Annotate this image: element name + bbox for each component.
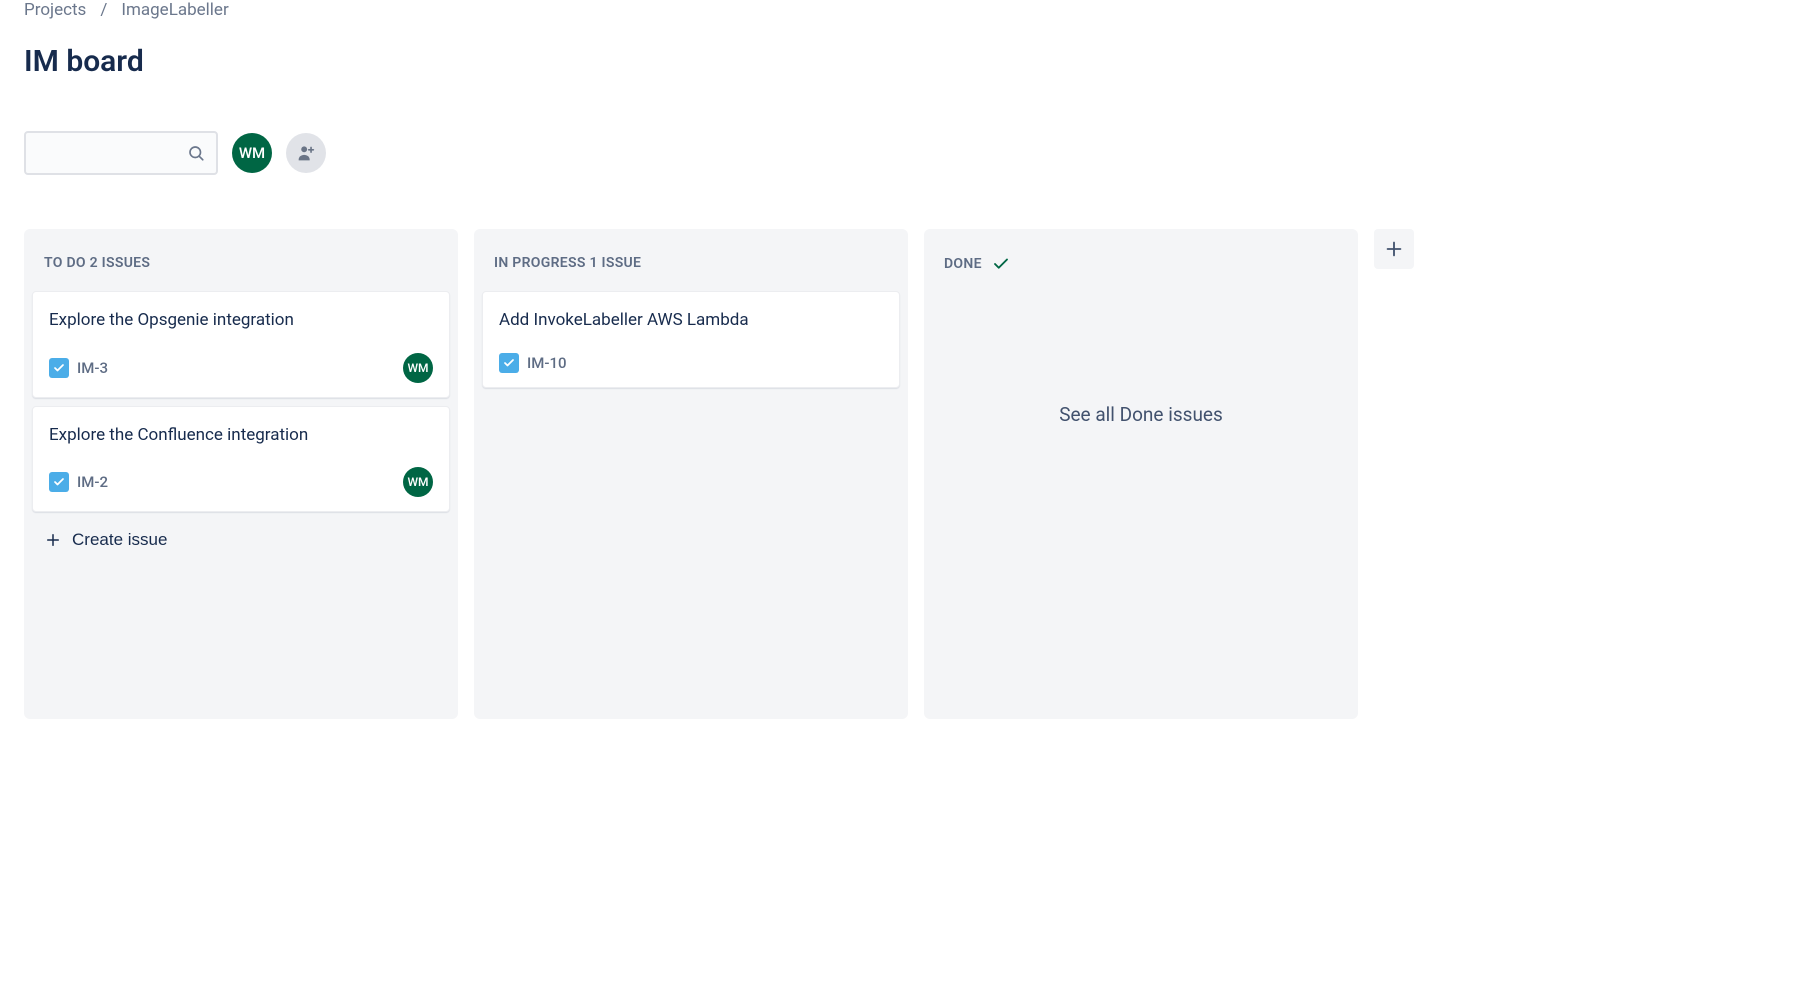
column-cards: Add InvokeLabeller AWS Lambda IM-10 xyxy=(482,291,900,388)
add-people-button[interactable] xyxy=(286,133,326,173)
column-title: DONE xyxy=(944,256,982,272)
card-footer: IM-2 WM xyxy=(49,467,433,497)
column-header-todo[interactable]: TO DO 2 ISSUES xyxy=(32,237,450,291)
column-title: TO DO 2 ISSUES xyxy=(44,255,150,271)
toolbar: WM xyxy=(24,131,1790,175)
issue-card[interactable]: Add InvokeLabeller AWS Lambda IM-10 xyxy=(482,291,900,388)
plus-icon xyxy=(1383,238,1405,260)
card-title: Add InvokeLabeller AWS Lambda xyxy=(499,308,883,333)
search-icon xyxy=(186,143,206,163)
assignee-avatar[interactable]: WM xyxy=(403,353,433,383)
assignee-avatar[interactable]: WM xyxy=(403,467,433,497)
issue-key: IM-3 xyxy=(77,359,108,377)
card-title: Explore the Opsgenie integration xyxy=(49,308,433,333)
see-all-done-link[interactable]: See all Done issues xyxy=(932,403,1350,426)
create-issue-button[interactable]: Create issue xyxy=(32,516,450,564)
page-title: IM board xyxy=(24,44,1790,79)
breadcrumb: Projects / ImageLabeller xyxy=(24,0,1790,20)
task-type-icon xyxy=(49,358,69,378)
column-header-in-progress[interactable]: IN PROGRESS 1 ISSUE xyxy=(482,237,900,291)
column-in-progress: IN PROGRESS 1 ISSUE Add InvokeLabeller A… xyxy=(474,229,908,719)
create-issue-label: Create issue xyxy=(72,530,167,550)
issue-key: IM-2 xyxy=(77,473,108,491)
board: TO DO 2 ISSUES Explore the Opsgenie inte… xyxy=(24,229,1790,719)
check-icon xyxy=(992,255,1010,273)
task-type-icon xyxy=(49,472,69,492)
issue-card[interactable]: Explore the Confluence integration IM-2 … xyxy=(32,406,450,513)
card-title: Explore the Confluence integration xyxy=(49,423,433,448)
card-footer: IM-3 WM xyxy=(49,353,433,383)
task-type-icon xyxy=(499,353,519,373)
add-column-button[interactable] xyxy=(1374,229,1414,269)
person-plus-icon xyxy=(295,142,317,164)
issue-key: IM-10 xyxy=(527,354,567,372)
breadcrumb-project-link[interactable]: ImageLabeller xyxy=(121,0,228,20)
column-title: IN PROGRESS 1 ISSUE xyxy=(494,255,641,271)
issue-card[interactable]: Explore the Opsgenie integration IM-3 WM xyxy=(32,291,450,398)
column-cards: Explore the Opsgenie integration IM-3 WM… xyxy=(32,291,450,512)
column-done: DONE See all Done issues xyxy=(924,229,1358,719)
user-avatar[interactable]: WM xyxy=(232,133,272,173)
breadcrumb-projects-link[interactable]: Projects xyxy=(24,0,86,20)
card-footer: IM-10 xyxy=(499,353,883,373)
breadcrumb-separator: / xyxy=(100,0,107,20)
search-box xyxy=(24,131,218,175)
column-header-done[interactable]: DONE xyxy=(932,237,1350,293)
plus-icon xyxy=(44,531,62,549)
column-todo: TO DO 2 ISSUES Explore the Opsgenie inte… xyxy=(24,229,458,719)
